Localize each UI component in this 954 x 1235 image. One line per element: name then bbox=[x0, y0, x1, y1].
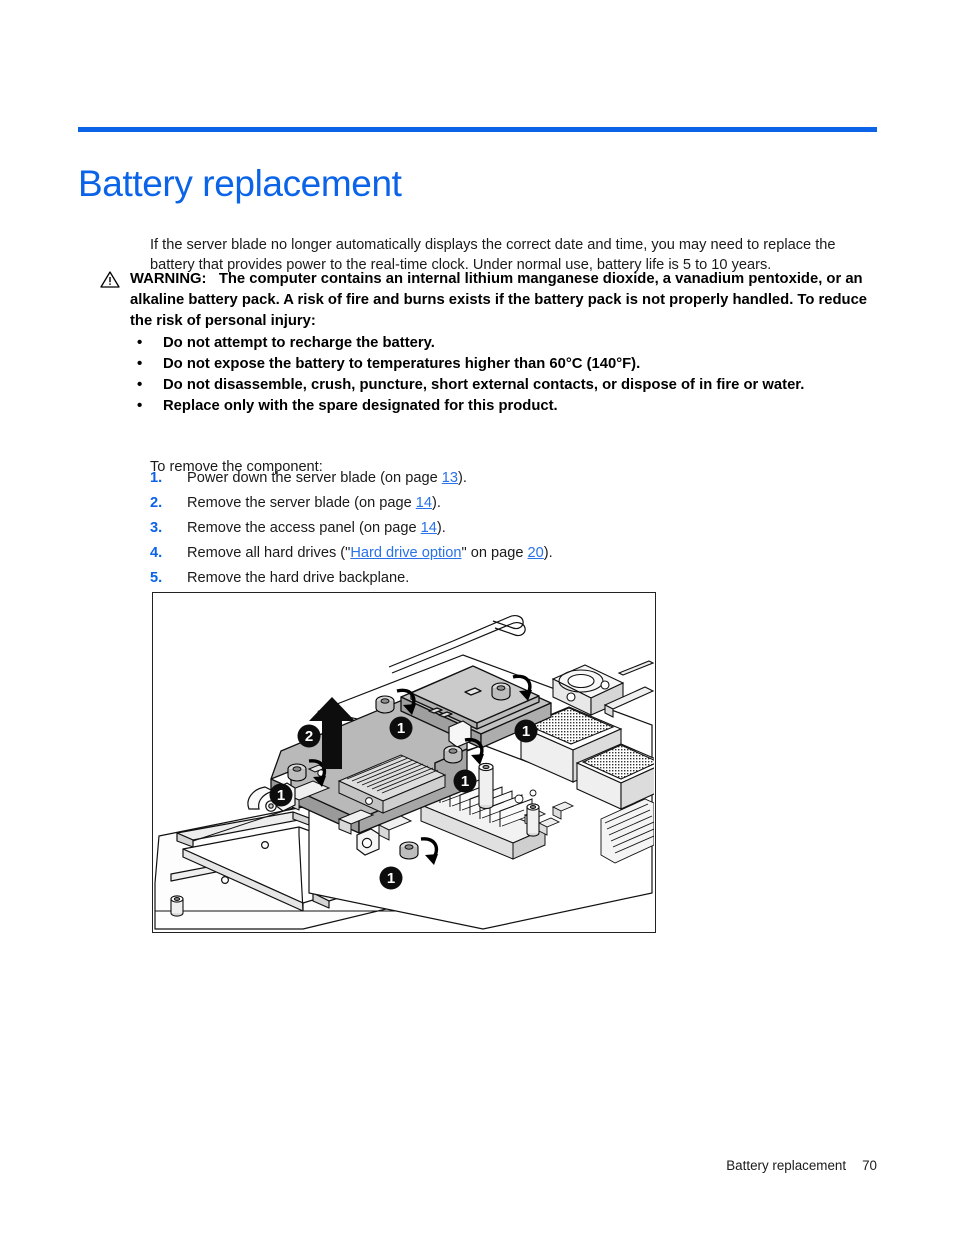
warning-list-item-text: Replace only with the spare designated f… bbox=[163, 398, 558, 414]
step-text: Remove the access panel (on page bbox=[187, 520, 421, 537]
page-title: Battery replacement bbox=[78, 162, 402, 204]
title-rule bbox=[78, 127, 877, 132]
callout-badge-1 bbox=[379, 866, 403, 890]
footer-section-title: Battery replacement bbox=[726, 1158, 847, 1173]
cross-reference-link[interactable]: Hard drive option bbox=[350, 545, 461, 561]
callout-badge-1 bbox=[389, 716, 413, 740]
step-number: 2. bbox=[150, 495, 163, 512]
bullet-glyph: • bbox=[137, 397, 143, 414]
procedure-step-list: 1. Power down the server blade (on page 1… bbox=[150, 466, 850, 591]
warning-body: The computer contains an internal lithiu… bbox=[130, 271, 868, 329]
hard-drive-backplane-removal-illustration: 1 bbox=[152, 592, 656, 933]
step-text: Power down the server blade (on page bbox=[187, 470, 442, 486]
callout-badge-1 bbox=[269, 783, 293, 807]
warning-list-item-text: Do not disassemble, crush, puncture, sho… bbox=[163, 377, 805, 393]
warning-list-item-text: Do not attempt to recharge the battery. bbox=[163, 335, 435, 351]
warning-label: WARNING: bbox=[130, 271, 207, 287]
callout-badge-1 bbox=[514, 719, 538, 743]
svg-text:2: 2 bbox=[305, 728, 313, 745]
step-text-tail: ). bbox=[457, 470, 467, 486]
warning-list-item: • Do not disassemble, crush, puncture, s… bbox=[100, 375, 872, 396]
step-number: 3. bbox=[150, 520, 163, 537]
page-link[interactable]: 20 bbox=[528, 545, 544, 561]
page-link[interactable]: 14 bbox=[421, 520, 437, 536]
procedure-step: 2. Remove the server blade (on page 14). bbox=[150, 491, 850, 516]
figure-lineart: 1 bbox=[153, 593, 654, 931]
step-text-tail: ). bbox=[436, 520, 446, 537]
page-link[interactable]: 14 bbox=[416, 495, 432, 511]
warning-list-item: • Do not expose the battery to temperatu… bbox=[100, 354, 872, 375]
warning-block: WARNING: The computer contains an intern… bbox=[100, 269, 872, 417]
footer-page-number: 70 bbox=[862, 1158, 877, 1173]
warning-list-item-text: Do not expose the battery to temperature… bbox=[163, 356, 641, 372]
step-number: 4. bbox=[150, 545, 163, 562]
step-number: 5. bbox=[150, 570, 163, 587]
procedure-step: 5. Remove the hard drive backplane. bbox=[150, 566, 850, 591]
bullet-glyph: • bbox=[137, 376, 143, 393]
step-text-mid: " on page bbox=[461, 545, 528, 562]
warning-triangle-icon bbox=[100, 271, 120, 288]
step-number: 1. bbox=[150, 470, 163, 486]
procedure-step: 4. Remove all hard drives ("Hard drive op… bbox=[150, 541, 850, 566]
warning-bullet-list: • Do not attempt to recharge the battery… bbox=[100, 333, 872, 417]
page-link[interactable]: 13 bbox=[442, 470, 458, 486]
page-footer: Battery replacement 70 bbox=[0, 1158, 877, 1173]
procedure-step: 1. Power down the server blade (on page 1… bbox=[150, 466, 850, 491]
procedure-step: 3. Remove the access panel (on page 14). bbox=[150, 516, 850, 541]
step-text: Remove all hard drives (" bbox=[187, 545, 351, 562]
bullet-glyph: • bbox=[137, 355, 143, 372]
step-text: Remove the hard drive backplane. bbox=[187, 570, 410, 587]
step-text-tail: ). bbox=[432, 495, 441, 512]
step-text-tail: ). bbox=[543, 545, 553, 562]
warning-list-item: • Do not attempt to recharge the battery… bbox=[100, 333, 872, 354]
step-text: Remove the server blade (on page bbox=[187, 495, 416, 512]
warning-heading: WARNING: The computer contains an intern… bbox=[100, 269, 872, 332]
bullet-glyph: • bbox=[137, 334, 143, 351]
callout-badge-1 bbox=[453, 769, 477, 793]
callout-badge-2: 2 bbox=[297, 724, 321, 748]
warning-list-item: • Replace only with the spare designated… bbox=[100, 396, 872, 417]
